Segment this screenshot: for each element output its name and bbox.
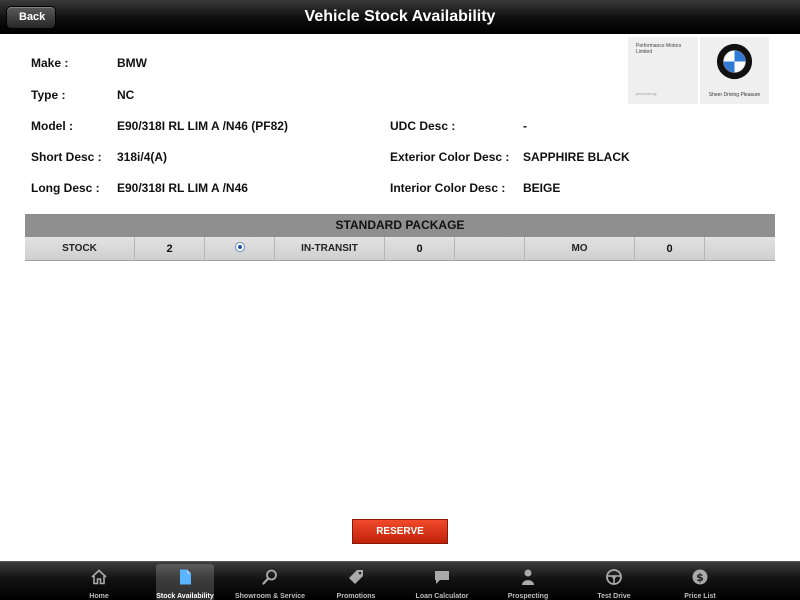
tab-showroom-service[interactable]: Showroom & Service (228, 564, 312, 600)
interior-color-value: BEIGE (523, 181, 561, 195)
person-icon (522, 569, 534, 585)
package-row: STOCK 2 IN-TRANSIT 0 MO 0 (25, 237, 775, 261)
exterior-color-label: Exterior Color Desc : (390, 150, 510, 164)
bottom-tab-bar: Home Stock Availability Showroom & Servi… (0, 561, 800, 600)
short-desc-value: 318i/4(A) (117, 150, 168, 164)
mo-label: MO (525, 237, 635, 261)
mo-value: 0 (635, 237, 705, 261)
tab-prospecting[interactable]: Prospecting (486, 564, 570, 600)
in-transit-radio-cell (455, 237, 525, 261)
dealer-url: pml.com.sg (636, 91, 657, 96)
speech-bubble-icon (435, 571, 449, 584)
in-transit-value: 0 (385, 237, 455, 261)
tab-home[interactable]: Home (57, 564, 141, 600)
model-label: Model : (31, 119, 73, 133)
search-icon (262, 569, 277, 585)
tab-promotions[interactable]: Promotions (314, 564, 398, 600)
udc-desc-value: - (523, 119, 527, 133)
long-desc-value: E90/318I RL LIM A /N46 (117, 181, 248, 195)
page-title: Vehicle Stock Availability (304, 8, 496, 25)
tab-label: Home (89, 593, 109, 600)
tab-label: Stock Availability (156, 593, 214, 600)
package-title: STANDARD PACKAGE (25, 214, 775, 237)
stock-radio[interactable] (205, 237, 275, 261)
stock-label: STOCK (25, 237, 135, 261)
brand-tagline: Sheer Driving Pleasure (708, 92, 761, 98)
stock-value: 2 (135, 237, 205, 261)
bmw-roundel-icon (716, 43, 753, 80)
dealer-name: Performance Motors Limited (636, 43, 682, 55)
steering-wheel-icon (606, 569, 622, 585)
type-label: Type : (31, 88, 66, 102)
top-nav-bar: Back Vehicle Stock Availability (0, 0, 800, 34)
make-label: Make : (31, 56, 69, 70)
reserve-button[interactable]: RESERVE (352, 519, 448, 544)
tab-test-drive[interactable]: Test Drive (572, 564, 656, 600)
exterior-color-value: SAPPHIRE BLACK (523, 150, 630, 164)
mo-radio-cell (705, 237, 775, 261)
dollar-icon: $ (692, 569, 708, 585)
svg-text:$: $ (696, 571, 704, 584)
interior-color-label: Interior Color Desc : (390, 181, 506, 195)
udc-desc-label: UDC Desc : (390, 119, 456, 133)
model-value: E90/318I RL LIM A /N46 (PF82) (117, 119, 288, 133)
tab-price-list[interactable]: $ Price List (658, 564, 742, 600)
in-transit-label: IN-TRANSIT (275, 237, 385, 261)
type-value: NC (117, 88, 135, 102)
dealer-logo-panel: Performance Motors Limited pml.com.sg (628, 37, 698, 104)
home-icon (91, 569, 107, 585)
dealer-logo: Performance Motors Limited pml.com.sg Sh… (628, 37, 769, 104)
radio-selected-icon[interactable] (234, 242, 245, 252)
bmw-logo-panel: Sheer Driving Pleasure (700, 37, 769, 104)
tab-label: Price List (684, 593, 716, 600)
document-icon (180, 569, 191, 585)
long-desc-label: Long Desc : (31, 181, 100, 195)
tab-loan-calculator[interactable]: Loan Calculator (400, 564, 484, 600)
short-desc-label: Short Desc : (31, 150, 102, 164)
make-value: BMW (117, 56, 147, 70)
tag-icon (349, 570, 363, 584)
tab-stock-availability[interactable]: Stock Availability (156, 564, 214, 600)
